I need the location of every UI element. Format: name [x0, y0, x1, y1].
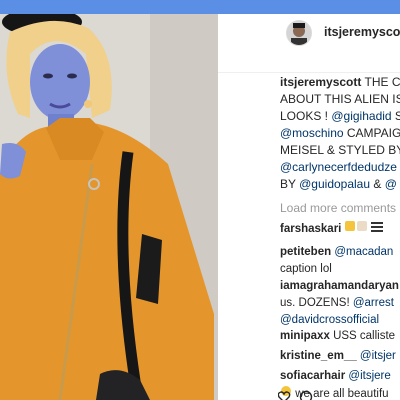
- comment-username[interactable]: kristine_em__: [280, 350, 357, 362]
- post-sidebar: itsjeremyscott itsjeremyscott THE C ABOU…: [218, 14, 400, 400]
- comment-username[interactable]: farshaskari: [280, 223, 341, 235]
- mention-cut-off[interactable]: @: [385, 177, 397, 191]
- comment-item: kristine_em__ @itsjer: [280, 348, 400, 365]
- mention-guidopalau[interactable]: @guidopalau: [299, 177, 370, 191]
- comment-text: caption lol: [280, 263, 332, 275]
- comment-item: minipaxx USS calliste: [280, 328, 400, 345]
- caption-campaign-word: CAMPAIG: [343, 126, 400, 140]
- mention-moschino[interactable]: @moschino: [280, 126, 344, 140]
- post-photo[interactable]: [0, 14, 218, 400]
- comment-username[interactable]: minipaxx: [280, 330, 330, 342]
- comment-icon: [299, 390, 313, 400]
- heart-icon: [277, 391, 291, 400]
- caption-line-3: LOOKS !: [280, 109, 332, 123]
- comment-username[interactable]: sofiacarhair: [280, 370, 345, 382]
- load-more-comments-link[interactable]: Load more comments: [280, 201, 396, 215]
- comment-username[interactable]: iamagrahamandaryan: [280, 280, 399, 292]
- avatar-icon: [287, 21, 311, 45]
- action-icons: [277, 390, 338, 400]
- caption-amp: &: [370, 177, 385, 191]
- caption-line-2: ABOUT THIS ALIEN IS: [280, 92, 400, 106]
- comment-mention[interactable]: @itsjere: [348, 370, 390, 382]
- comment-mention[interactable]: @macadan: [334, 246, 393, 258]
- caption-username[interactable]: itsjeremyscott: [280, 75, 361, 89]
- caption-fragment: S: [394, 109, 400, 123]
- browser-top-bar: [0, 0, 400, 14]
- comment-text: USS calliste: [333, 330, 396, 342]
- comment-text: us. DOZENS!: [280, 297, 353, 309]
- user-avatar[interactable]: [286, 20, 312, 46]
- caption-line-1: THE C: [364, 75, 400, 89]
- comment-item: farshaskari: [280, 220, 400, 238]
- comment-mention[interactable]: @itsjer: [360, 350, 396, 362]
- caption-line-5: MEISEL & STYLED BY: [280, 143, 400, 157]
- comment-item: petiteben @macadan caption lol: [280, 244, 400, 278]
- post-header: itsjeremyscott: [218, 14, 400, 73]
- model-illustration: [0, 14, 218, 400]
- caption-line-7: BY: [280, 177, 300, 191]
- mention-carlynecerfdedudze[interactable]: @carlynecerfdedudze: [280, 159, 400, 176]
- comment-mention[interactable]: @arrest: [353, 297, 394, 309]
- mention-gigihadid[interactable]: @gigihadid: [331, 109, 391, 123]
- comment-mention[interactable]: @davidcrossofficial: [280, 312, 400, 329]
- comment-username[interactable]: petiteben: [280, 246, 331, 258]
- comment-item: iamagrahamandaryan us. DOZENS! @arrest @…: [280, 278, 400, 329]
- post-caption: itsjeremyscott THE C ABOUT THIS ALIEN IS…: [280, 74, 400, 193]
- raised-hands-emoji-icon: [344, 220, 383, 238]
- header-username[interactable]: itsjeremyscott: [324, 25, 400, 39]
